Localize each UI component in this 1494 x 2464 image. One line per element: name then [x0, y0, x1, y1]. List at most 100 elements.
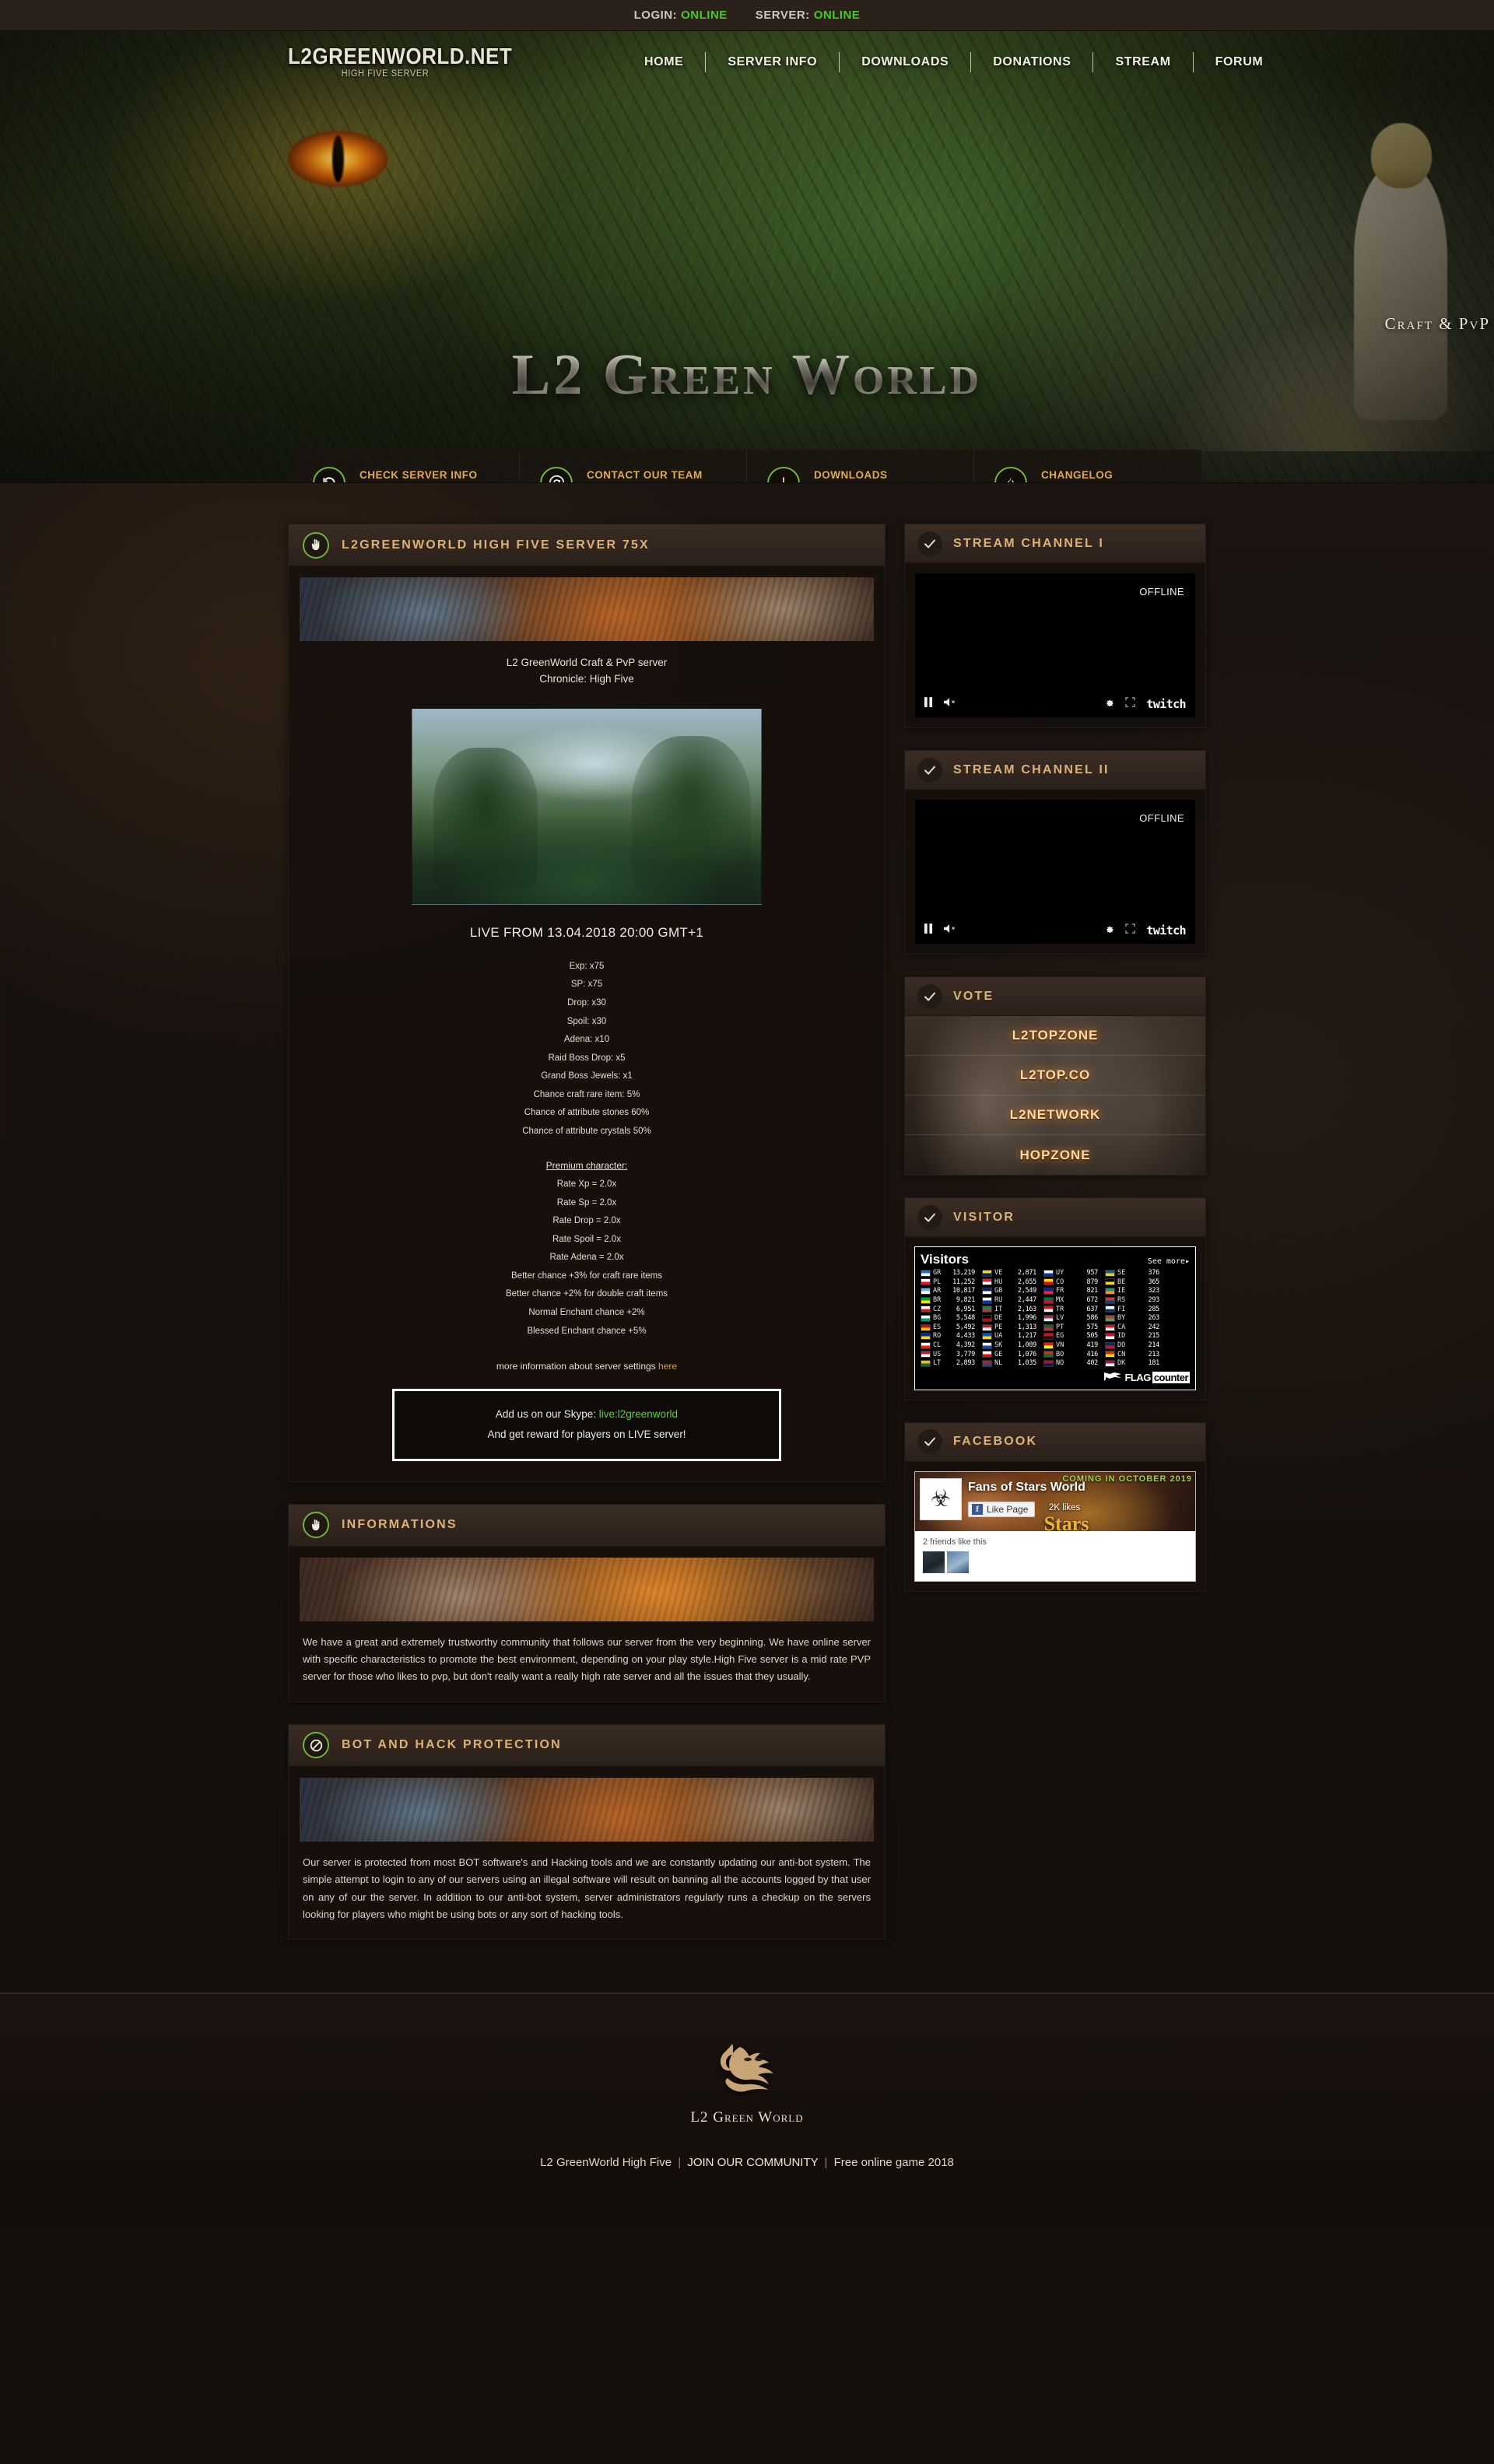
flag-counter-row: GE 1,076: [982, 1351, 1036, 1359]
country-flag-icon: [1105, 1351, 1115, 1358]
country-flag-icon: [1043, 1314, 1054, 1322]
footer-logo[interactable]: L2 Green World: [685, 2039, 809, 2126]
skype-handle[interactable]: live:l2greenworld: [599, 1408, 678, 1420]
server-status: SERVER: ONLINE: [756, 9, 861, 22]
nav-item-donations[interactable]: DONATIONS: [971, 55, 1092, 69]
visitor-count: 505: [1086, 1332, 1099, 1341]
visitor-count: 181: [1148, 1359, 1160, 1368]
panel-body: L2 GreenWorld Craft & PvP server Chronic…: [289, 566, 885, 1481]
flag-counter-row: DO 214: [1105, 1341, 1159, 1350]
stream-channel-1-widget: STREAM CHANNEL I OFFLINE twitch: [904, 524, 1206, 728]
rate-item: Raid Boss Drop: x5: [548, 1053, 626, 1063]
flag-counter-column: GR 13,219 PL 11,252 AR 10,817 BR 9,821 CZ 6,951 BG…: [921, 1269, 975, 1368]
stream-channel-2-widget: STREAM CHANNEL II OFFLINE twitch: [904, 750, 1206, 955]
facebook-page-plugin: COMING IN OCTOBER 2019 Stars ☣ Fans of S…: [914, 1470, 1196, 1582]
settings-gear-icon[interactable]: [1104, 697, 1114, 711]
country-flag-icon: [921, 1333, 931, 1341]
country-flag-icon: [921, 1323, 931, 1331]
vote-item-l2top-co[interactable]: L2TOP.CO: [905, 1056, 1205, 1095]
flag-counter-row: BR 9,821: [921, 1296, 975, 1305]
facebook-page-avatar[interactable]: ☣: [920, 1477, 962, 1520]
visitor-count: 879: [1086, 1278, 1099, 1286]
see-more-link[interactable]: See more▸: [1148, 1257, 1190, 1266]
country-flag-icon: [921, 1278, 931, 1286]
premium-item: Blessed Enchant chance +5%: [527, 1326, 647, 1336]
server-label: SERVER:: [755, 9, 810, 22]
country-flag-icon: [982, 1360, 992, 1368]
country-code: SE: [1117, 1269, 1126, 1277]
nav-item-stream[interactable]: STREAM: [1093, 55, 1192, 69]
cover-word-stars: Stars: [1043, 1512, 1089, 1531]
country-code: GE: [994, 1350, 1003, 1358]
more-info-link[interactable]: here: [658, 1361, 677, 1372]
check-icon: [917, 1204, 942, 1230]
footer-link-community[interactable]: JOIN OUR COMMUNITY: [687, 2156, 818, 2169]
mute-icon[interactable]: [944, 697, 956, 711]
country-code: NO: [1056, 1359, 1064, 1368]
hero-vignette: [0, 31, 1494, 482]
flag-counter-row: BO 416: [1043, 1351, 1098, 1359]
flag-counter[interactable]: Visitors See more▸ GR 13,219 PL 11,252 AR 10,…: [914, 1246, 1196, 1390]
twitch-player[interactable]: OFFLINE twitch: [915, 800, 1195, 944]
friend-avatar[interactable]: [947, 1551, 969, 1573]
nav-item-downloads[interactable]: DOWNLOADS: [840, 55, 970, 69]
visitor-count: 586: [1086, 1314, 1099, 1323]
flag-counter-row: SE 376: [1105, 1269, 1159, 1278]
premium-item: Better chance +3% for craft rare items: [511, 1271, 662, 1281]
flag-counter-row: ES 5,492: [921, 1323, 975, 1332]
hand-peace-icon: [303, 531, 329, 559]
country-code: VN: [1056, 1341, 1064, 1349]
footer-tagline[interactable]: Free online game 2018: [834, 2156, 954, 2169]
visitor-count: 1,996: [1017, 1314, 1036, 1323]
flagcounter-mark-icon: [1103, 1370, 1123, 1385]
country-flag-icon: [921, 1288, 931, 1295]
visitors-title: Visitors: [921, 1252, 970, 1267]
country-code: LT: [933, 1359, 942, 1368]
country-flag-icon: [1043, 1341, 1054, 1349]
pause-icon[interactable]: [924, 924, 933, 938]
nav-item-forum[interactable]: FORUM: [1194, 55, 1285, 69]
settings-gear-icon[interactable]: [1104, 924, 1114, 938]
country-flag-icon: [921, 1360, 931, 1368]
flag-counter-row: UY 957: [1043, 1269, 1098, 1278]
facebook-like-button[interactable]: f Like Page: [968, 1501, 1036, 1517]
fullscreen-icon[interactable]: [1125, 924, 1136, 938]
country-code: DE: [994, 1314, 1003, 1323]
twitch-logo[interactable]: twitch: [1146, 924, 1186, 938]
nav-item-server-info[interactable]: SERVER INFO: [706, 55, 839, 69]
pause-icon[interactable]: [924, 697, 933, 711]
country-code: DK: [1117, 1359, 1126, 1368]
premium-item: Rate Adena = 2.0x: [549, 1253, 624, 1263]
vote-item-l2network[interactable]: L2NETWORK: [905, 1095, 1205, 1135]
site-logo[interactable]: L2GREENWORLD.NET HIGH FIVE SERVER: [288, 44, 512, 79]
country-code: PE: [994, 1323, 1003, 1331]
protection-text: Our server is protected from most BOT so…: [303, 1856, 871, 1920]
fullscreen-icon[interactable]: [1125, 697, 1136, 711]
vote-item-hopzone[interactable]: HOPZONE: [905, 1135, 1205, 1175]
country-code: GR: [933, 1269, 942, 1277]
visitor-count: 242: [1148, 1323, 1160, 1331]
mute-icon[interactable]: [944, 924, 956, 938]
twitch-logo[interactable]: twitch: [1146, 697, 1186, 711]
vote-item-l2topzone[interactable]: L2TOPZONE: [905, 1016, 1205, 1056]
server-info-panel: L2GREENWORLD HIGH FIVE SERVER 75X L2 Gre…: [288, 524, 886, 1482]
footer-link-server[interactable]: L2 GreenWorld High Five: [540, 2156, 672, 2169]
facebook-widget: FACEBOOK COMING IN OCTOBER 2019 Stars ☣ …: [904, 1421, 1206, 1592]
widget-header: STREAM CHANNEL I: [905, 524, 1205, 563]
country-flag-icon: [1105, 1314, 1115, 1322]
flag-counter-row: DK 181: [1105, 1359, 1159, 1368]
country-code: US: [933, 1350, 942, 1358]
twitch-player[interactable]: OFFLINE twitch: [915, 573, 1195, 717]
visitor-count: 3,779: [956, 1350, 975, 1358]
visitor-count: 637: [1086, 1305, 1099, 1313]
quicklink-downloads[interactable]: DOWNLOADS INSTALL GAME AND PATCH: [747, 450, 974, 482]
quicklink-contact-our-team[interactable]: CONTACT OUR TEAM DO YOU HAVE ANY QUESTIO…: [520, 450, 747, 482]
flag-counter-row: LT 2,893: [921, 1359, 975, 1368]
country-code: SK: [994, 1341, 1003, 1349]
quicklink-check-server-info[interactable]: CHECK SERVER INFO ARE YOU NEW PLAYER?: [293, 450, 520, 482]
country-flag-icon: [1043, 1333, 1054, 1341]
quicklink-title: DOWNLOADS: [814, 469, 888, 482]
quicklink-changelog[interactable]: CHANGELOG CHANGELOG SERVERS: [974, 450, 1201, 482]
friend-avatar[interactable]: [923, 1551, 945, 1573]
nav-item-home[interactable]: HOME: [622, 55, 705, 69]
